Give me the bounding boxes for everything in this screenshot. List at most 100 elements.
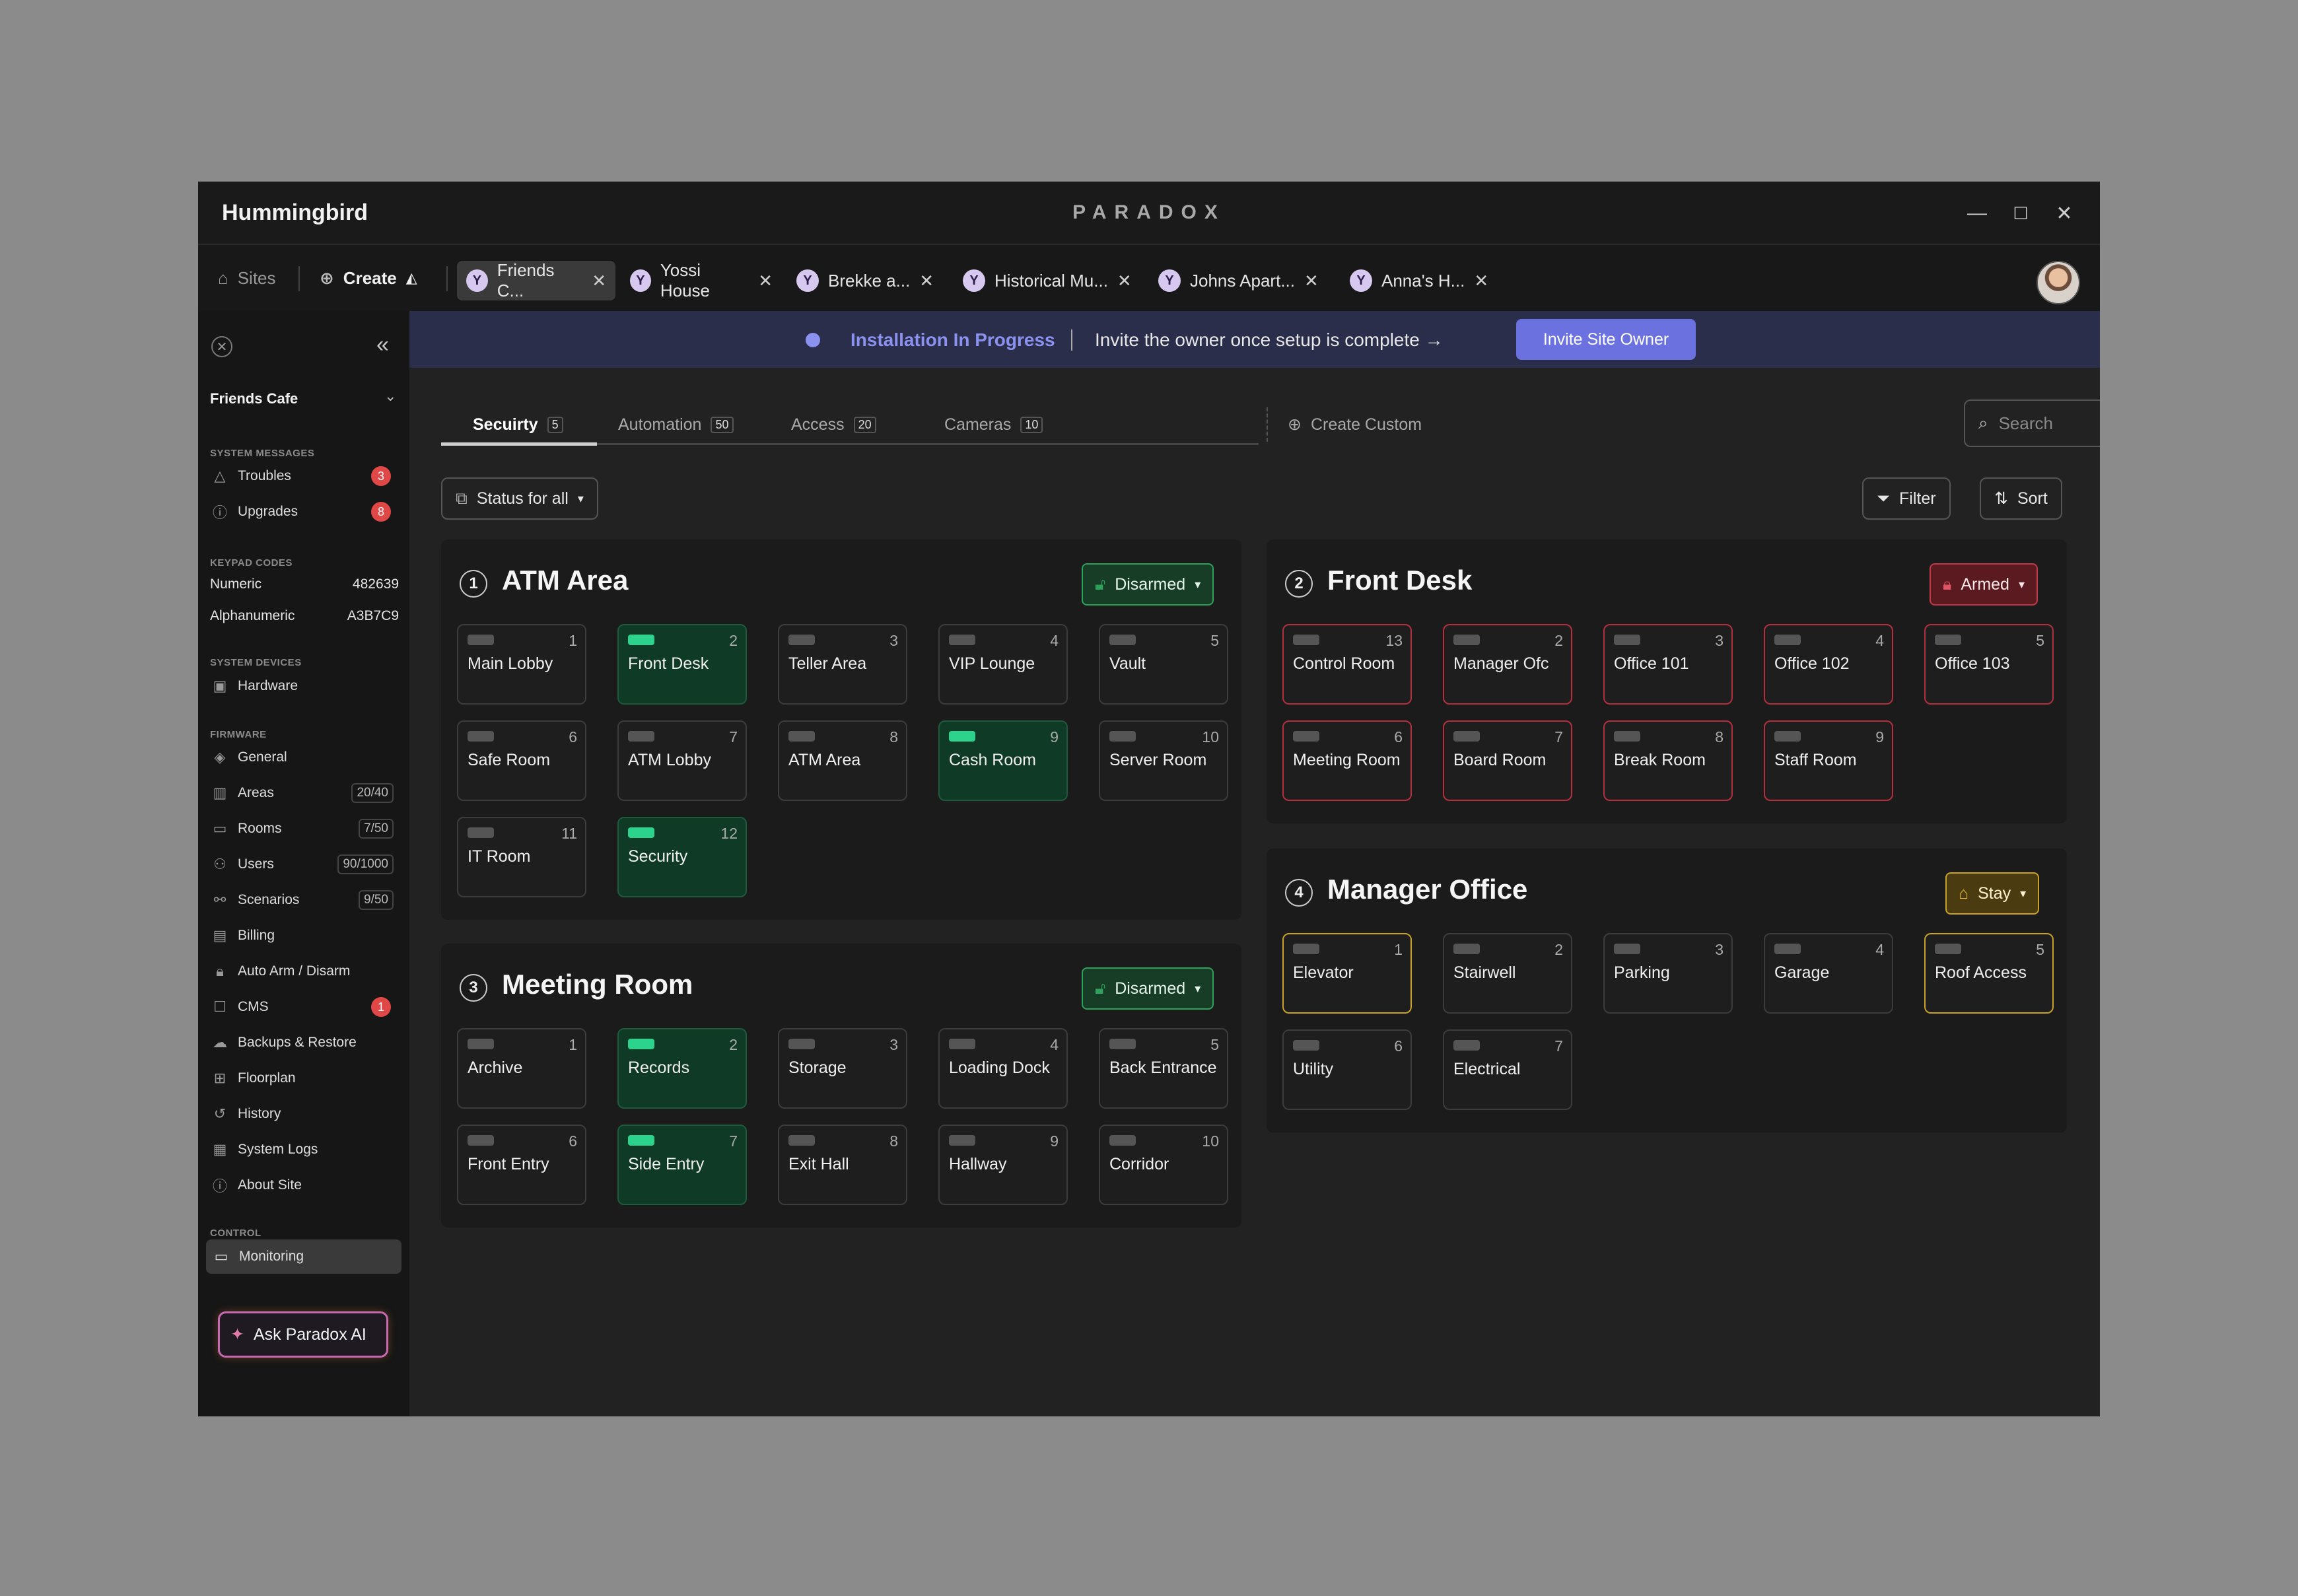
sidebar-item-cms[interactable]: ☐ CMS 1 — [205, 992, 403, 1022]
zone-tile[interactable]: 3 Teller Area — [778, 624, 907, 705]
zone-tile[interactable]: 4 Garage — [1764, 933, 1893, 1014]
area-state-dropdown[interactable]: ⌂ Stay ▾ — [1945, 872, 2040, 915]
sidebar-item-billing[interactable]: ▤ Billing — [205, 921, 403, 950]
zone-name: Manager Ofc — [1453, 654, 1549, 673]
zone-tile[interactable]: 6 Front Entry — [457, 1125, 586, 1205]
zone-tile[interactable]: 1 Elevator — [1282, 933, 1412, 1014]
zone-tile[interactable]: 5 Roof Access — [1924, 933, 2054, 1014]
zone-tile[interactable]: 9 Staff Room — [1764, 720, 1893, 801]
zone-tile[interactable]: 7 Board Room — [1443, 720, 1572, 801]
sidebar-item-general[interactable]: ◈ General — [205, 743, 403, 772]
close-icon[interactable]: ✕ — [758, 271, 773, 291]
collapse-sidebar-icon[interactable]: « — [376, 332, 389, 358]
zone-tile[interactable]: 5 Office 103 — [1924, 624, 2054, 705]
sidebar-item-rooms[interactable]: ▭ Rooms 7/50 — [205, 814, 403, 843]
invite-site-owner-button[interactable]: Invite Site Owner — [1516, 319, 1696, 360]
sidebar-item-system-logs[interactable]: ▦ System Logs — [205, 1135, 403, 1164]
site-tab-historical-museum[interactable]: Y Historical Mu... ✕ — [954, 261, 1144, 300]
sidebar-item-about-site[interactable]: ⓘ About Site — [205, 1171, 403, 1200]
sidebar-item-label: Troubles — [238, 468, 291, 483]
close-window-button[interactable]: ✕ — [2044, 193, 2084, 233]
status-for-all-dropdown[interactable]: ⧉ Status for all ▾ — [441, 477, 598, 520]
sidebar-item-users[interactable]: ⚇ Users 90/1000 — [205, 850, 403, 879]
zone-tile[interactable]: 7 Side Entry — [617, 1125, 747, 1205]
zone-tile[interactable]: 7 ATM Lobby — [617, 720, 747, 801]
zone-tile[interactable]: 3 Parking — [1603, 933, 1733, 1014]
zone-tile[interactable]: 12 Security — [617, 817, 747, 897]
area-state-dropdown[interactable]: 🔓︎ Disarmed ▾ — [1082, 563, 1214, 606]
site-tab-johns-apartment[interactable]: Y Johns Apart... ✕ — [1149, 261, 1334, 300]
maximize-button[interactable]: ☐ — [2001, 193, 2040, 233]
sidebar-item-scenarios[interactable]: ⚯ Scenarios 9/50 — [205, 885, 403, 915]
zone-tile[interactable]: 8 Exit Hall — [778, 1125, 907, 1205]
zone-tile[interactable]: 3 Office 101 — [1603, 624, 1733, 705]
tab-access[interactable]: Access 20 — [791, 411, 876, 438]
zone-tile[interactable]: 4 VIP Lounge — [938, 624, 1068, 705]
area-state-dropdown[interactable]: 🔓︎ Disarmed ▾ — [1082, 967, 1214, 1010]
sidebar-item-troubles[interactable]: △ Troubles 3 — [205, 462, 403, 491]
zone-tile[interactable]: 7 Electrical — [1443, 1029, 1572, 1110]
minimize-button[interactable]: — — [1957, 193, 1997, 233]
zone-tile[interactable]: 8 ATM Area — [778, 720, 907, 801]
close-icon[interactable]: ✕ — [919, 271, 934, 291]
zone-tile[interactable]: 9 Hallway — [938, 1125, 1068, 1205]
tab-security[interactable]: Secuirty 5 — [473, 411, 563, 438]
zone-tile[interactable]: 3 Storage — [778, 1028, 907, 1109]
tab-automation[interactable]: Automation 50 — [618, 411, 734, 438]
history-icon: ↺ — [213, 1105, 226, 1122]
site-selector[interactable]: Friends Cafe — [210, 390, 298, 407]
zone-tile[interactable]: 6 Meeting Room — [1282, 720, 1412, 801]
zone-tile[interactable]: 8 Break Room — [1603, 720, 1733, 801]
close-icon[interactable]: ✕ — [1117, 271, 1132, 291]
close-icon[interactable]: ✕ — [592, 271, 606, 291]
zone-tile[interactable]: 13 Control Room — [1282, 624, 1412, 705]
user-avatar[interactable] — [2037, 261, 2080, 304]
area-state-dropdown[interactable]: 🔒︎ Armed ▾ — [1930, 563, 2038, 606]
zone-tile[interactable]: 5 Back Entrance — [1099, 1028, 1228, 1109]
ask-paradox-ai-button[interactable]: ✦ Ask Paradox AI — [218, 1311, 388, 1358]
sidebar-item-monitoring[interactable]: ▭ Monitoring — [206, 1239, 401, 1274]
zone-tile[interactable]: 6 Utility — [1282, 1029, 1412, 1110]
close-icon[interactable]: ✕ — [1304, 271, 1319, 291]
site-tab-annas-house[interactable]: Y Anna's H... ✕ — [1340, 261, 1499, 300]
close-icon[interactable]: ✕ — [1474, 271, 1488, 291]
sidebar-item-areas[interactable]: ▥ Areas 20/40 — [205, 779, 403, 808]
zone-tile[interactable]: 2 Stairwell — [1443, 933, 1572, 1014]
sort-button[interactable]: ⇅ Sort — [1980, 477, 2062, 520]
zone-tile[interactable]: 2 Records — [617, 1028, 747, 1109]
zone-tile[interactable]: 5 Vault — [1099, 624, 1228, 705]
zone-tile[interactable]: 11 IT Room — [457, 817, 586, 897]
zone-tile[interactable]: 6 Safe Room — [457, 720, 586, 801]
zone-tile[interactable]: 2 Front Desk — [617, 624, 747, 705]
site-tab-brekke[interactable]: Y Brekke a... ✕ — [787, 261, 947, 300]
zone-number: 2 — [729, 1036, 738, 1053]
zone-tile[interactable]: 10 Server Room — [1099, 720, 1228, 801]
zone-tile[interactable]: 10 Corridor — [1099, 1125, 1228, 1205]
sidebar-item-hardware[interactable]: ▣ Hardware — [205, 672, 403, 701]
active-tab-indicator — [441, 442, 597, 446]
chevron-down-icon[interactable]: ⌄ — [384, 388, 396, 405]
zone-status-indicator — [1109, 635, 1136, 645]
site-avatar-icon: Y — [796, 269, 819, 292]
zone-tile[interactable]: 2 Manager Ofc — [1443, 624, 1572, 705]
sidebar-item-upgrades[interactable]: ⓘ Upgrades 8 — [205, 497, 403, 526]
sidebar-item-auto-arm[interactable]: 🔒︎ Auto Arm / Disarm — [205, 957, 403, 986]
sidebar-item-backups[interactable]: ☁ Backups & Restore — [205, 1028, 403, 1057]
filter-button[interactable]: ⏷ Filter — [1862, 477, 1951, 520]
zone-tile[interactable]: 1 Archive — [457, 1028, 586, 1109]
sites-button[interactable]: ⌂ Sites — [218, 263, 276, 293]
zone-number: 4 — [1050, 1036, 1059, 1053]
zone-tile[interactable]: 1 Main Lobby — [457, 624, 586, 705]
zone-tile[interactable]: 4 Office 102 — [1764, 624, 1893, 705]
zone-tile[interactable]: 4 Loading Dock — [938, 1028, 1068, 1109]
search-field[interactable]: ⌕ Search — [1964, 399, 2100, 447]
create-button[interactable]: ⊕ Create ◭ — [320, 263, 417, 293]
zone-tile[interactable]: 9 Cash Room — [938, 720, 1068, 801]
sidebar-item-history[interactable]: ↺ History — [205, 1099, 403, 1128]
site-tab-yossi-house[interactable]: Y Yossi House ✕ — [621, 260, 782, 300]
tab-cameras[interactable]: Cameras 10 — [944, 411, 1043, 438]
sidebar-item-floorplan[interactable]: ⊞ Floorplan — [205, 1064, 403, 1093]
site-tab-friends-cafe[interactable]: Y Friends C... ✕ — [457, 260, 615, 300]
create-custom-tab[interactable]: ⊕ Create Custom — [1288, 411, 1422, 438]
close-circle-icon[interactable]: ✕ — [211, 336, 232, 357]
